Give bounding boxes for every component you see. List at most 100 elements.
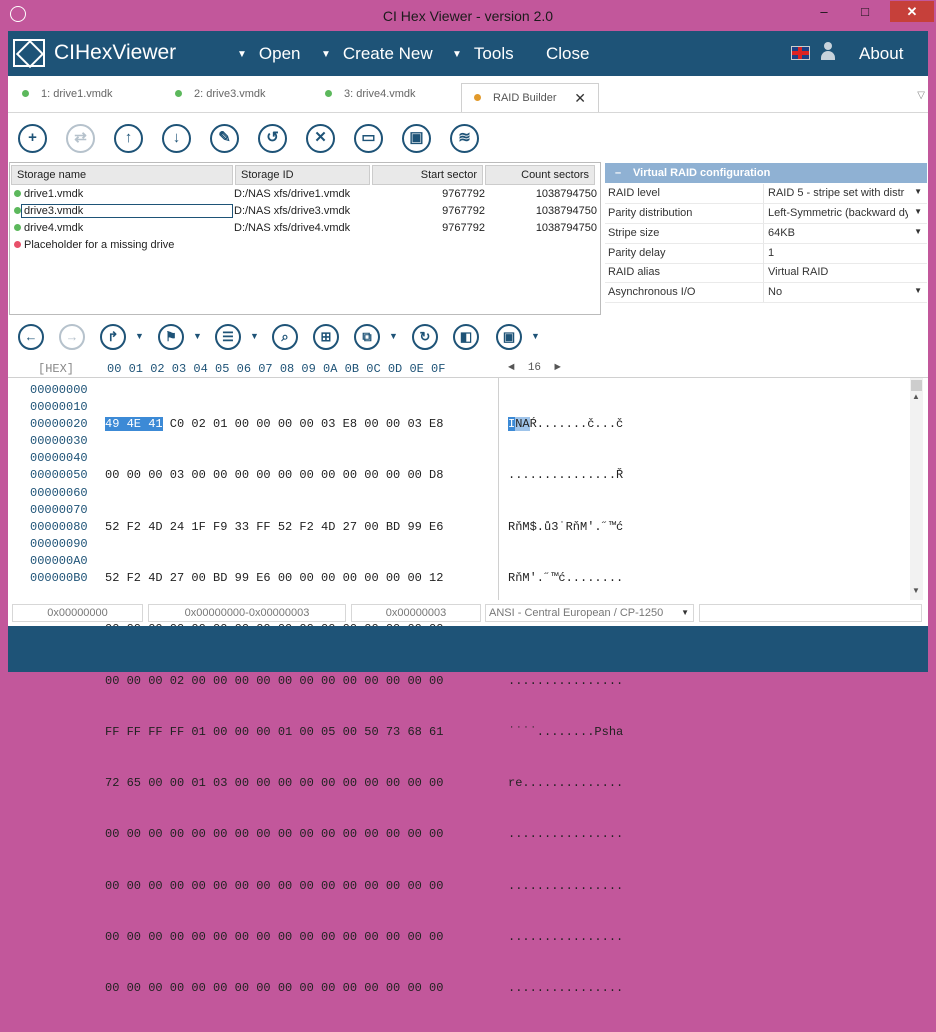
menu-create-new[interactable]: ▼ Create New — [321, 44, 433, 64]
property-value[interactable]: Virtual RAID — [768, 266, 908, 278]
menu-open[interactable]: ▼ Open — [237, 44, 301, 64]
ascii-row[interactable]: RňM'.˝™ć........ — [508, 570, 658, 587]
raid-config-header[interactable]: – Virtual RAID configuration — [605, 163, 927, 183]
column-header-storage-name[interactable]: Storage name — [11, 165, 233, 185]
merge-icon[interactable]: ⇄ — [66, 124, 95, 153]
list-icon[interactable]: ☰ — [215, 324, 241, 350]
hex-row[interactable]: 49 4E 41 C0 02 01 00 00 00 00 03 E8 00 0… — [105, 416, 490, 433]
column-header-count-sectors[interactable]: Count sectors — [485, 165, 595, 185]
select-block-icon[interactable]: ⊞ — [313, 324, 339, 350]
menu-tools[interactable]: ▼ Tools — [452, 44, 514, 64]
table-row[interactable]: drive4.vmdk D:/NAS xfs/drive4.vmdk 97677… — [10, 220, 600, 237]
tab-drive1[interactable]: 1: drive1.vmdk — [22, 88, 113, 112]
column-header-storage-id[interactable]: Storage ID — [235, 165, 370, 185]
minimize-button[interactable]: – — [811, 1, 837, 22]
selected-bytes[interactable]: 49 4E 41 — [105, 417, 163, 432]
dropdown-arrow-icon[interactable]: ▼ — [914, 227, 922, 236]
view-mode-label[interactable]: [HEX] — [38, 362, 74, 376]
bookmark-dropdown-icon[interactable]: ▼ — [193, 331, 202, 341]
close-tab-icon[interactable]: ✕ — [574, 90, 586, 107]
hex-row[interactable]: 52 F2 4D 24 1F F9 33 FF 52 F2 4D 27 00 B… — [105, 519, 490, 536]
dropdown-arrow-icon[interactable]: ▼ — [914, 187, 922, 196]
increase-width-icon[interactable]: ► — [554, 362, 561, 374]
tab-drive4[interactable]: 3: drive4.vmdk — [325, 88, 416, 112]
ascii-row[interactable]: ................ — [508, 980, 658, 997]
ascii-row[interactable]: ................ — [508, 673, 658, 690]
close-window-button[interactable]: ✕ — [890, 1, 934, 22]
hex-row[interactable]: 00 00 00 02 00 00 00 00 00 00 00 00 00 0… — [105, 673, 490, 690]
ascii-row[interactable]: INAŔ.......č...č — [508, 416, 658, 433]
vertical-scrollbar[interactable]: ▲ ▼ — [910, 378, 923, 600]
ascii-row[interactable]: RňM$.ů3˙RňM'.˝™ć — [508, 519, 658, 536]
ascii-row-text[interactable]: Ŕ.......č...č — [530, 417, 624, 431]
property-value[interactable]: RAID 5 - stripe set with distr — [768, 187, 908, 199]
column-header-start-sector[interactable]: Start sector — [372, 165, 483, 185]
ascii-row[interactable]: ................ — [508, 826, 658, 843]
back-icon[interactable]: ← — [18, 324, 44, 350]
edit-icon[interactable]: ✎ — [210, 124, 239, 153]
copy-icon[interactable]: ⧉ — [354, 324, 380, 350]
decrease-width-icon[interactable]: ◄ — [508, 362, 515, 374]
save-icon[interactable]: ▣ — [402, 124, 431, 153]
table-row[interactable]: Placeholder for a missing drive — [10, 237, 600, 254]
dropdown-arrow-icon[interactable]: ▼ — [914, 286, 922, 295]
scroll-down-icon[interactable]: ▼ — [912, 586, 920, 595]
user-icon[interactable] — [820, 42, 836, 62]
layers-icon[interactable]: ≋ — [450, 124, 479, 153]
selected-chars[interactable]: NA — [515, 417, 530, 432]
tab-drive3[interactable]: 2: drive3.vmdk — [175, 88, 266, 112]
table-row[interactable]: drive1.vmdk D:/NAS xfs/drive1.vmdk 97677… — [10, 186, 600, 203]
dropdown-arrow-icon[interactable]: ▼ — [914, 207, 922, 216]
hex-row[interactable]: 00 00 00 00 00 00 00 00 00 00 00 00 00 0… — [105, 980, 490, 997]
property-value[interactable]: 1 — [768, 247, 908, 259]
property-async-io[interactable]: Asynchronous I/O No ▼ — [605, 283, 927, 303]
hex-bytes[interactable]: 49 4E 41 C0 02 01 00 00 00 00 03 E8 00 0… — [105, 382, 490, 1032]
tabs-menu-icon[interactable]: ▽ — [917, 90, 925, 101]
menu-about[interactable]: About — [859, 44, 903, 64]
tab-raid-builder[interactable]: RAID Builder ✕ — [461, 83, 599, 112]
open-folder-icon[interactable]: ▭ — [354, 124, 383, 153]
ascii-row[interactable]: ................ — [508, 878, 658, 895]
hex-row[interactable]: FF FF FF FF 01 00 00 00 01 00 05 00 50 7… — [105, 724, 490, 741]
property-stripe-size[interactable]: Stripe size 64KB ▼ — [605, 224, 927, 244]
collapse-icon[interactable]: – — [615, 167, 621, 179]
bookmark-icon[interactable]: ⚑ — [158, 324, 184, 350]
save-icon[interactable]: ▣ — [496, 324, 522, 350]
bytes-per-row[interactable]: ◄ 16 ► — [508, 362, 561, 374]
property-parity-distribution[interactable]: Parity distribution Left-Symmetric (backw… — [605, 204, 927, 224]
hex-row[interactable]: 52 F2 4D 27 00 BD 99 E6 00 00 00 00 00 0… — [105, 570, 490, 587]
property-value[interactable]: Left-Symmetric (backward dy — [768, 207, 908, 219]
hex-row[interactable]: 00 00 00 00 00 00 00 00 00 00 00 00 00 0… — [105, 929, 490, 946]
menu-close[interactable]: Close — [546, 44, 589, 64]
undo-icon[interactable]: ↺ — [258, 124, 287, 153]
hex-row-bytes[interactable]: C0 02 01 00 00 00 00 03 E8 00 00 03 E8 — [163, 417, 444, 431]
search-icon[interactable]: ⌕ — [272, 324, 298, 350]
panel-icon[interactable]: ◧ — [453, 324, 479, 350]
save-dropdown-icon[interactable]: ▼ — [531, 331, 540, 341]
scroll-thumb[interactable] — [911, 380, 922, 391]
hex-row[interactable]: 00 00 00 00 00 00 00 00 00 00 00 00 00 0… — [105, 878, 490, 895]
move-up-icon[interactable]: ↑ — [114, 124, 143, 153]
delete-icon[interactable]: ✕ — [306, 124, 335, 153]
scroll-up-icon[interactable]: ▲ — [912, 392, 920, 401]
property-parity-delay[interactable]: Parity delay 1 — [605, 244, 927, 264]
ascii-text[interactable]: INAŔ.......č...č ...............Ř RňM$.ů… — [508, 382, 658, 1032]
move-down-icon[interactable]: ↓ — [162, 124, 191, 153]
dropdown-arrow-icon[interactable]: ▼ — [681, 605, 689, 621]
copy-dropdown-icon[interactable]: ▼ — [389, 331, 398, 341]
goto-icon[interactable]: ↱ — [100, 324, 126, 350]
ascii-row[interactable]: ...............Ř — [508, 467, 658, 484]
property-value[interactable]: 64KB — [768, 227, 908, 239]
property-raid-alias[interactable]: RAID alias Virtual RAID — [605, 263, 927, 283]
table-row[interactable]: drive3.vmdk D:/NAS xfs/drive3.vmdk 97677… — [10, 203, 600, 220]
ascii-row[interactable]: ˙˙˙˙........Psha — [508, 724, 658, 741]
add-icon[interactable]: + — [18, 124, 47, 153]
property-raid-level[interactable]: RAID level RAID 5 - stripe set with distr… — [605, 184, 927, 204]
goto-dropdown-icon[interactable]: ▼ — [135, 331, 144, 341]
encoding-select[interactable]: ANSI - Central European / CP-1250 ▼ — [485, 604, 694, 622]
refresh-icon[interactable]: ↻ — [412, 324, 438, 350]
hex-row[interactable]: 00 00 00 03 00 00 00 00 00 00 00 00 00 0… — [105, 467, 490, 484]
forward-icon[interactable]: → — [59, 324, 85, 350]
ascii-row[interactable]: ................ — [508, 929, 658, 946]
hex-row[interactable]: 72 65 00 00 01 03 00 00 00 00 00 00 00 0… — [105, 775, 490, 792]
